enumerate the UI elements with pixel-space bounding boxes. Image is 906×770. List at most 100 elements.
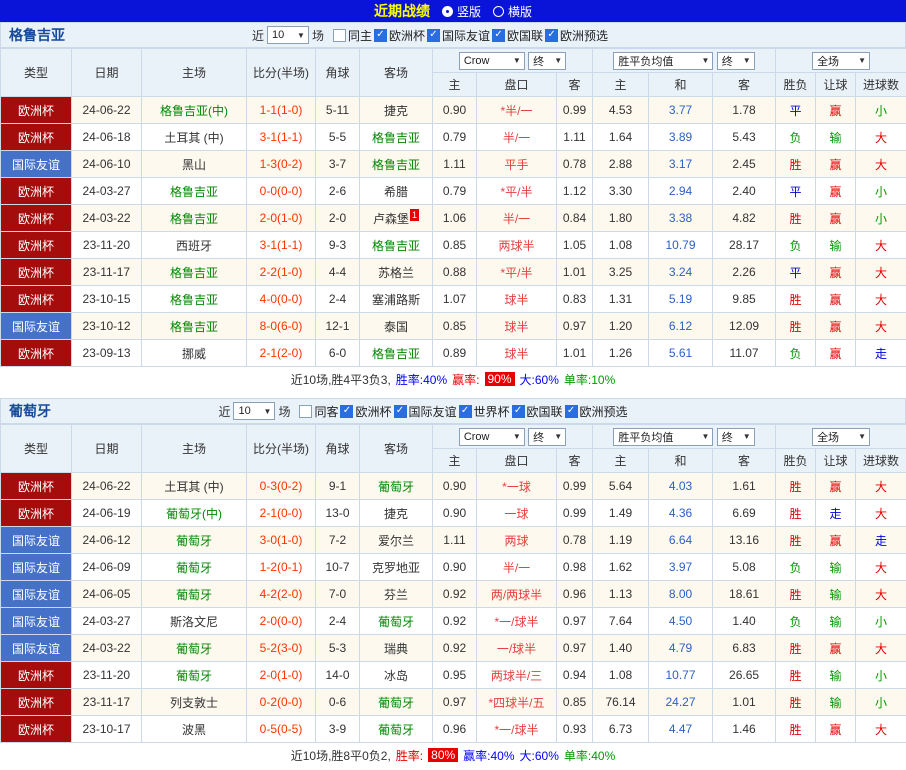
result-wdl: 胜 [776,205,816,232]
match-count-select[interactable]: 10 ▼ [267,26,309,44]
avg-final-select[interactable]: 终 ▼ [717,428,755,446]
odds-home: 0.95 [433,662,477,689]
filter-checkbox-世界杯[interactable]: ✓世界杯 [459,403,510,420]
avg-draw: 6.12 [649,313,713,340]
match-score: 2-0(1-0) [247,205,316,232]
team-section-header: 葡萄牙 近 10 ▼ 场 同客✓欧洲杯✓国际友谊✓世界杯✓欧国联✓欧洲预选 [0,398,906,424]
avg-home: 1.40 [593,635,649,662]
filter-checkbox-欧国联[interactable]: ✓欧国联 [512,403,563,420]
result-handicap: 赢 [816,635,856,662]
scope-select[interactable]: 全场 ▼ [812,428,870,446]
match-date: 24-06-09 [72,554,142,581]
odds-company-value: Crow [464,431,490,443]
avg-draw: 2.94 [649,178,713,205]
away-team: 塞浦路斯 [360,286,433,313]
match-count-select[interactable]: 10 ▼ [233,402,275,420]
odds-home: 1.11 [433,527,477,554]
odds-final-select[interactable]: 终 ▼ [528,52,566,70]
result-handicap: 赢 [816,286,856,313]
filter-checkbox-欧洲杯[interactable]: ✓欧洲杯 [374,27,425,44]
odds-away: 0.94 [557,662,593,689]
corners: 10-7 [316,554,360,581]
match-score: 0-0(0-0) [247,178,316,205]
result-wdl: 胜 [776,716,816,743]
filter-label: 欧洲预选 [580,403,628,420]
avg-away: 2.26 [713,259,776,286]
result-wdl: 胜 [776,286,816,313]
result-wdl: 负 [776,232,816,259]
scope-select[interactable]: 全场 ▼ [812,52,870,70]
match-row: 欧洲杯23-11-20西班牙3-1(1-1)9-3格鲁吉亚0.85两球半1.05… [1,232,906,259]
result-handicap: 赢 [816,205,856,232]
filter-checkbox-欧洲预选[interactable]: ✓欧洲预选 [565,403,628,420]
match-date: 23-11-20 [72,232,142,259]
stat-part: 90% [485,372,515,386]
result-goals: 大 [856,124,906,151]
result-handicap: 输 [816,662,856,689]
handicap-line: 半/一 [477,205,557,232]
match-type: 欧洲杯 [1,259,72,286]
match-row: 欧洲杯23-10-15格鲁吉亚4-0(0-0)2-4塞浦路斯1.07球半0.83… [1,286,906,313]
filter-checkbox-同主[interactable]: 同主 [333,27,372,44]
avg-home: 3.30 [593,178,649,205]
result-wdl: 胜 [776,689,816,716]
odds-company-select[interactable]: Crow ▼ [459,428,525,446]
corners: 2-0 [316,205,360,232]
home-team: 西班牙 [142,232,247,259]
avg-select[interactable]: 胜平负均值 ▼ [613,428,713,446]
col-type: 类型 [1,49,72,97]
match-type: 国际友谊 [1,151,72,178]
avg-final-select[interactable]: 终 ▼ [717,52,755,70]
filter-checkbox-欧洲杯[interactable]: ✓欧洲杯 [340,403,391,420]
odds-home: 0.96 [433,716,477,743]
corners: 4-4 [316,259,360,286]
avg-home: 7.64 [593,608,649,635]
filter-checkbox-同客[interactable]: 同客 [299,403,338,420]
match-row: 欧洲杯23-11-17列支敦士0-2(0-0)0-6葡萄牙0.97*四球半/五0… [1,689,906,716]
corners: 2-4 [316,286,360,313]
stat-part: 近10场,胜4平3负3, [291,371,391,388]
match-type: 国际友谊 [1,635,72,662]
col-odds-home: 主 [433,73,477,97]
result-goals: 大 [856,716,906,743]
match-score: 5-2(3-0) [247,635,316,662]
avg-home: 1.31 [593,286,649,313]
avg-select[interactable]: 胜平负均值 ▼ [613,52,713,70]
avg-away: 6.69 [713,500,776,527]
avg-away: 11.07 [713,340,776,367]
near-label: 近 [218,403,230,420]
corners: 7-0 [316,581,360,608]
odds-away: 1.05 [557,232,593,259]
match-type: 欧洲杯 [1,340,72,367]
filter-label: 世界杯 [474,403,510,420]
filter-label: 欧国联 [527,403,563,420]
checkbox-checked-icon: ✓ [492,29,505,42]
recent-results-table: 类型 日期 主场 比分(半场) 角球 客场 Crow ▼ 终 ▼ [0,48,906,367]
filter-checkbox-国际友谊[interactable]: ✓国际友谊 [394,403,457,420]
page-title: 近期战绩 [374,1,430,21]
odds-away: 0.99 [557,97,593,124]
match-row: 欧洲杯24-06-18土耳其 (中)3-1(1-1)5-5格鲁吉亚0.79半/一… [1,124,906,151]
stat-part: 大:60% [520,371,559,388]
avg-draw: 4.79 [649,635,713,662]
match-type: 国际友谊 [1,581,72,608]
match-score: 0-5(0-5) [247,716,316,743]
odds-final-select[interactable]: 终 ▼ [528,428,566,446]
match-type: 欧洲杯 [1,500,72,527]
home-team: 列支敦士 [142,689,247,716]
chevron-down-icon: ▼ [743,56,751,65]
layout-horizontal-option[interactable]: 横版 [493,3,532,20]
filter-checkbox-欧洲预选[interactable]: ✓欧洲预选 [545,27,608,44]
result-handicap: 赢 [816,151,856,178]
match-date: 23-11-20 [72,662,142,689]
handicap-line: 两球半/三 [477,662,557,689]
handicap-line: 两球 [477,527,557,554]
match-type: 欧洲杯 [1,662,72,689]
near-label: 近 [252,27,264,44]
filter-label: 欧洲杯 [355,403,391,420]
layout-vertical-option[interactable]: 竖版 [442,3,481,20]
odds-company-select[interactable]: Crow ▼ [459,52,525,70]
filter-checkbox-欧国联[interactable]: ✓欧国联 [492,27,543,44]
filter-label: 国际友谊 [442,27,490,44]
filter-checkbox-国际友谊[interactable]: ✓国际友谊 [427,27,490,44]
